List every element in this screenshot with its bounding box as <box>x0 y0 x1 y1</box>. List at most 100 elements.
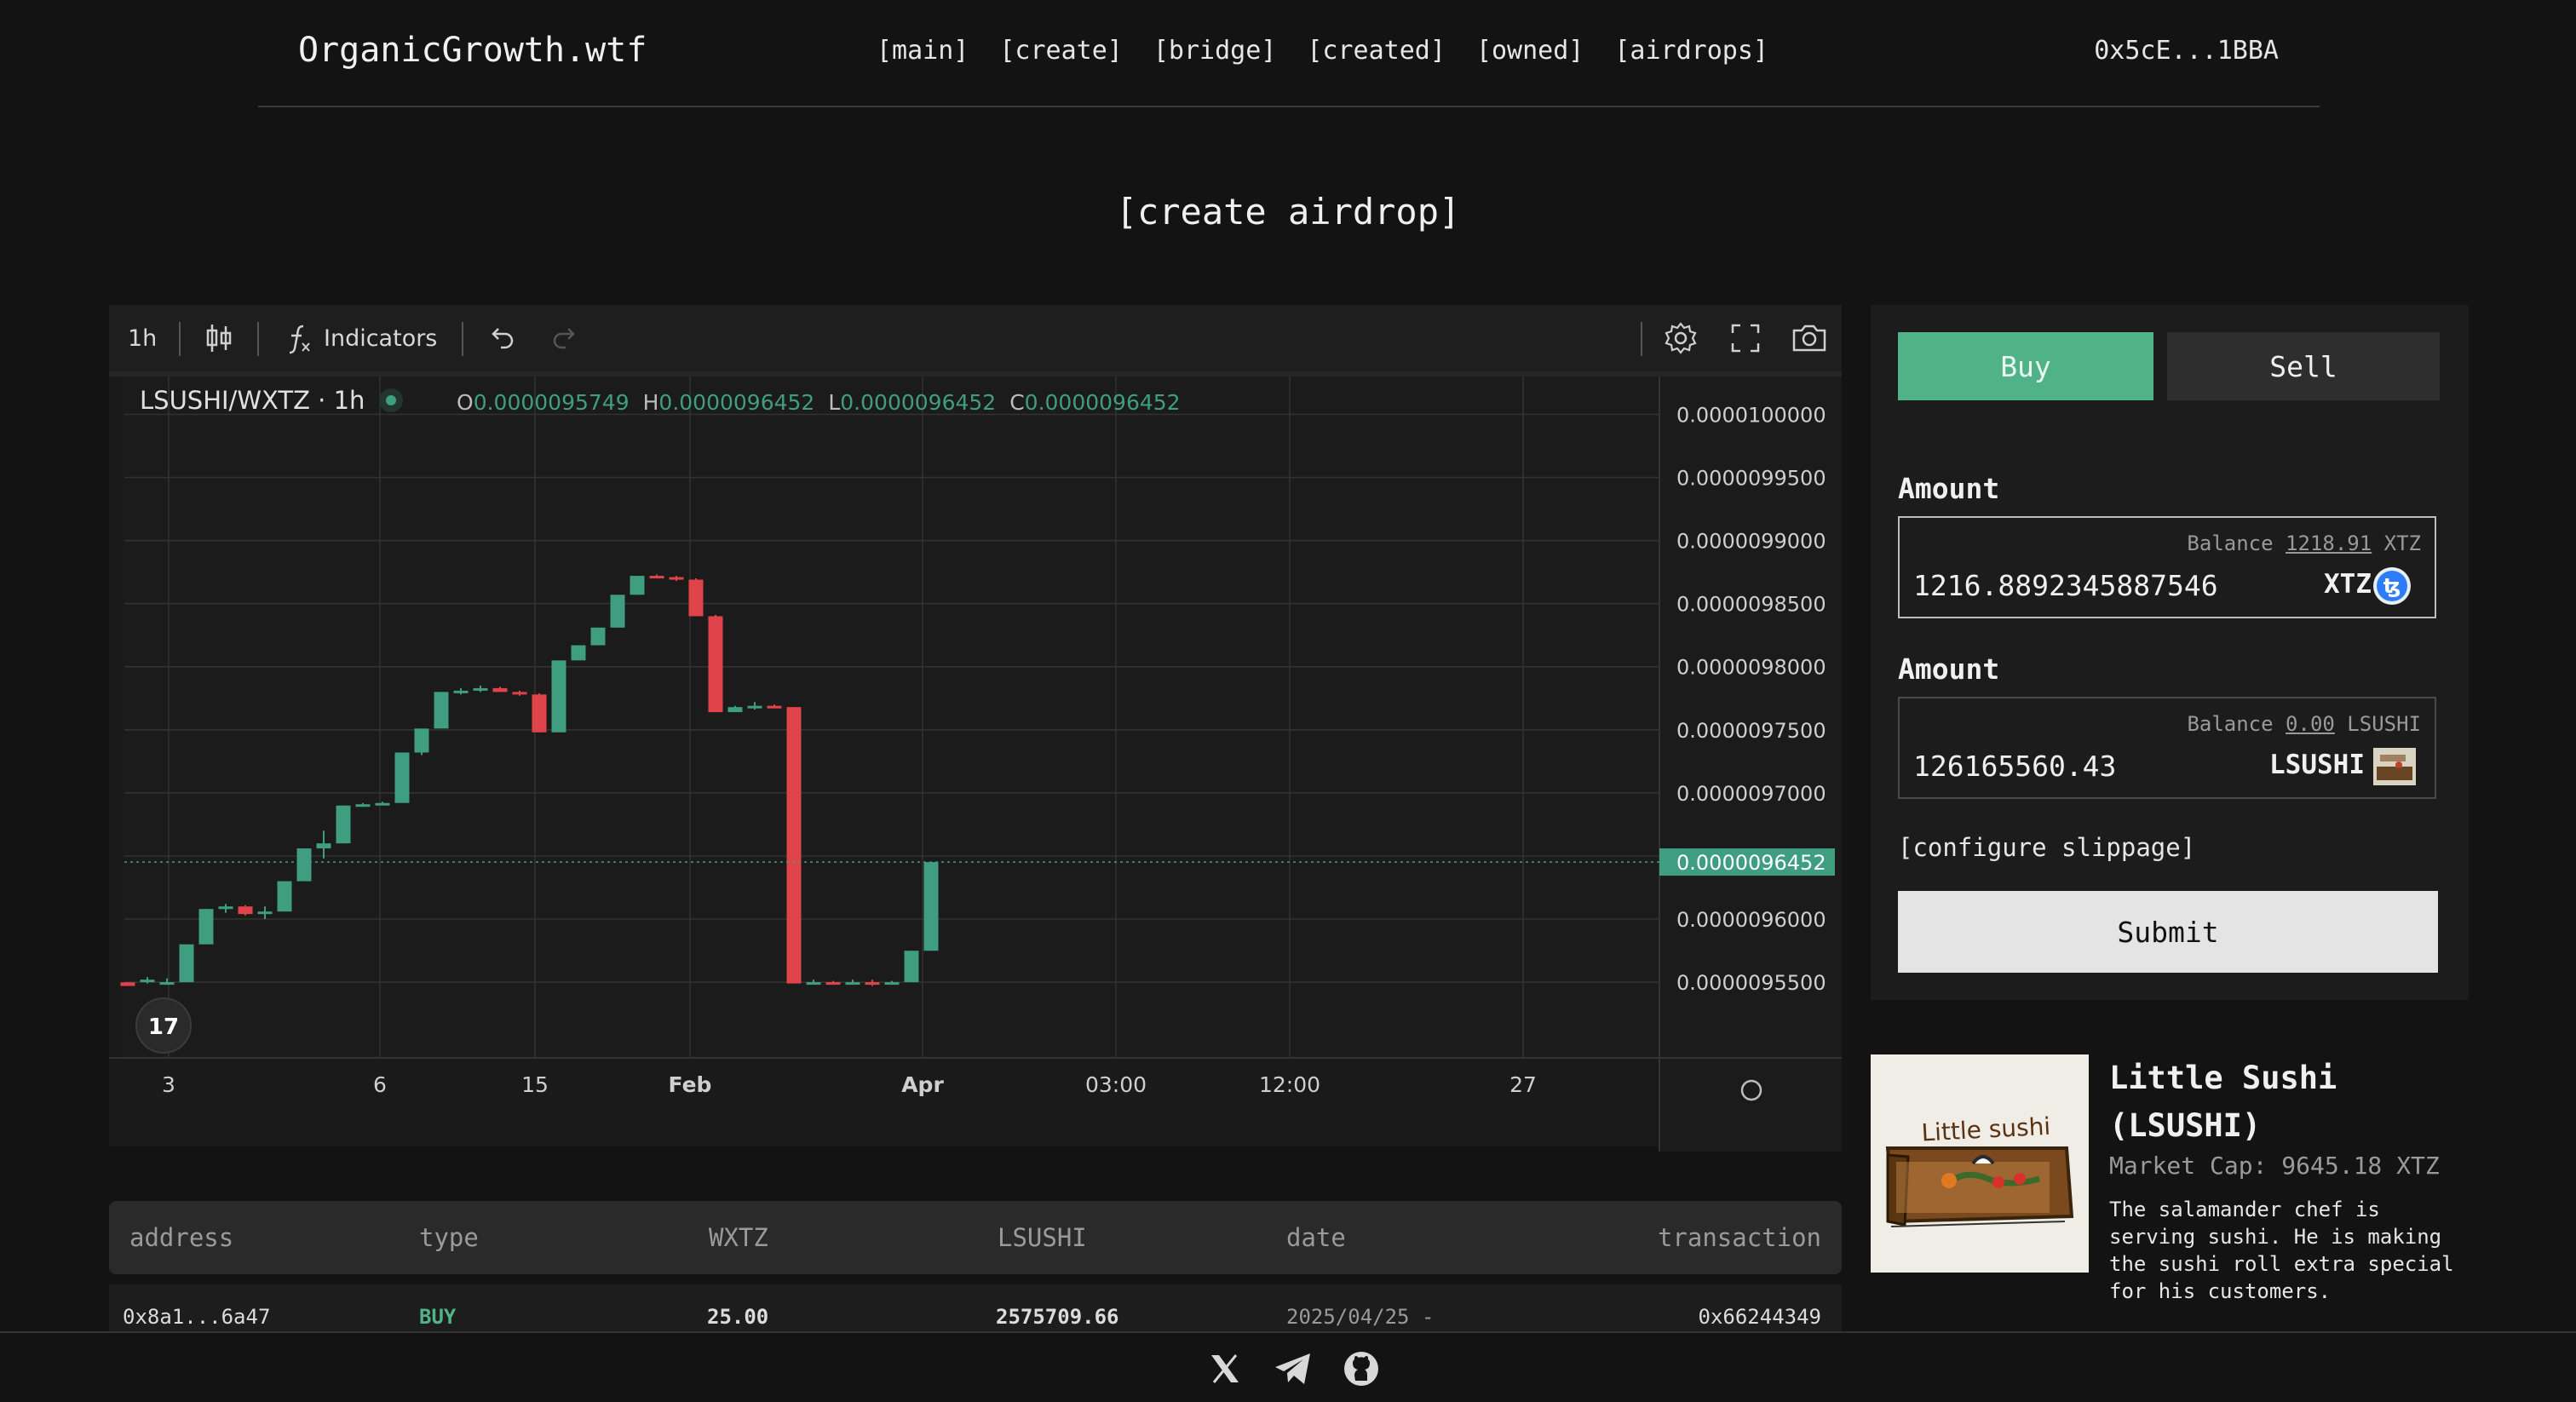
xtz-amount-field[interactable]: Balance 1218.91 XTZ 1216.8892345887546 X… <box>1898 516 2436 618</box>
toolbar-divider <box>1641 322 1642 356</box>
candle-body <box>806 982 821 985</box>
lsushi-amount-value[interactable]: 126165560.43 <box>1913 750 2116 783</box>
candle-body <box>708 616 723 713</box>
wallet-address[interactable]: 0x5cE...1BBA <box>2094 36 2279 66</box>
candle-body <box>786 707 802 984</box>
nav-create[interactable]: [create] <box>999 36 1123 66</box>
high-value: H0.0000096452 <box>642 390 815 415</box>
candle-body <box>767 705 782 709</box>
function-icon <box>289 325 310 354</box>
col-date[interactable]: date <box>1286 1201 1346 1274</box>
candle-body <box>473 687 488 691</box>
buy-tab-button[interactable]: Buy <box>1898 332 2153 400</box>
last-price-label: 0.0000096452 <box>1676 851 1826 875</box>
fullscreen-icon[interactable] <box>1729 305 1762 371</box>
nav-owned[interactable]: [owned] <box>1476 36 1584 66</box>
github-icon[interactable] <box>1343 1350 1380 1388</box>
token-description: The salamander chef is serving sushi. He… <box>2109 1198 2454 1303</box>
candle-body <box>923 862 939 951</box>
xtz-symbol: XTZ <box>2324 569 2372 600</box>
candle-body <box>590 627 606 646</box>
candle-body <box>238 906 253 915</box>
x-tick-label: 15 <box>521 1072 549 1097</box>
candle-body <box>884 982 900 985</box>
telegram-icon[interactable] <box>1273 1350 1314 1388</box>
xtz-balance-value[interactable]: 1218.91 <box>2286 531 2372 555</box>
x-tick-label: Apr <box>901 1072 944 1097</box>
settings-gear-icon[interactable] <box>1663 305 1699 371</box>
salamander-chef-drawing: Little sushi <box>1871 1054 2089 1273</box>
interval-button[interactable]: 1h <box>128 305 157 371</box>
trade-panel: Buy Sell Amount Balance 1218.91 XTZ 1216… <box>1871 305 2469 1000</box>
plot-area <box>124 376 1659 1058</box>
token-name: Little Sushi (LSUSHI) <box>2109 1060 2337 1144</box>
nav-main[interactable]: [main] <box>877 36 969 66</box>
col-transaction[interactable]: transaction <box>1658 1201 1821 1274</box>
footer <box>0 1331 2576 1402</box>
ohlc-values: O0.0000095749 H0.0000096452 L0.000009645… <box>457 390 1181 415</box>
candlestick-chart[interactable]: 0.0000100000 0.0000099500 0.0000099000 0.00… <box>109 376 1842 1152</box>
xtz-balance: Balance 1218.91 XTZ <box>2187 531 2421 555</box>
camera-icon[interactable] <box>1791 305 1828 371</box>
site-logo[interactable]: OrganicGrowth.wtf <box>298 31 647 70</box>
candle-body <box>316 843 331 849</box>
candle-body <box>375 802 390 806</box>
lsushi-balance: Balance 0.00 LSUSHI <box>2187 712 2421 736</box>
low-value: L0.0000096452 <box>828 390 997 415</box>
interval-label: 1h <box>128 325 158 352</box>
configure-slippage-link[interactable]: [configure slippage] <box>1898 833 2195 862</box>
status-dot-icon <box>379 388 404 412</box>
top-nav: OrganicGrowth.wtf [main] [create] [bridg… <box>258 0 2320 107</box>
y-tick-label: 0.0000097000 <box>1676 782 1826 806</box>
lsushi-symbol: LSUSHI <box>2269 750 2365 780</box>
candle-body <box>198 909 214 945</box>
candle-body <box>630 576 645 595</box>
col-wxtz[interactable]: WXTZ <box>709 1201 768 1274</box>
candle-body <box>825 982 841 985</box>
close-value: C0.0000096452 <box>1009 390 1181 415</box>
y-tick-label: 0.0000099500 <box>1676 467 1826 491</box>
candle-body <box>394 752 410 803</box>
candle-body <box>688 579 704 617</box>
redo-icon[interactable] <box>550 305 579 371</box>
submit-button[interactable]: Submit <box>1898 891 2438 973</box>
candle-body <box>159 982 175 985</box>
nav-created[interactable]: [created] <box>1307 36 1446 66</box>
y-tick-label: 0.0000100000 <box>1676 403 1826 427</box>
x-tick-label: Feb <box>669 1072 712 1097</box>
col-lsushi[interactable]: LSUSHI <box>998 1201 1087 1274</box>
nav-links: [main] [create] [bridge] [created] [owne… <box>877 36 1768 66</box>
col-type[interactable]: type <box>419 1201 479 1274</box>
lsushi-amount-field[interactable]: Balance 0.00 LSUSHI 126165560.43 LSUSHI <box>1898 697 2436 799</box>
x-tick-label: 3 <box>162 1072 175 1097</box>
nav-airdrops[interactable]: [airdrops] <box>1614 36 1768 66</box>
candle-type-icon[interactable] <box>204 305 233 371</box>
x-tick-label: 12:00 <box>1259 1072 1320 1097</box>
page-title: [create airdrop] <box>1115 191 1461 233</box>
sell-tab-button[interactable]: Sell <box>2167 332 2440 400</box>
candle-body <box>492 687 508 692</box>
y-tick-label: 0.0000098000 <box>1676 656 1826 680</box>
lsushi-balance-value[interactable]: 0.00 <box>2286 712 2335 736</box>
candle-body <box>179 944 194 983</box>
nav-bridge[interactable]: [bridge] <box>1153 36 1277 66</box>
candle-body <box>727 707 743 713</box>
indicators-label: Indicators <box>324 325 438 352</box>
candle-body <box>747 705 762 709</box>
open-value: O0.0000095749 <box>457 390 630 415</box>
lsushi-token-icon <box>2373 748 2416 785</box>
y-tick-label: 0.0000095500 <box>1676 971 1826 995</box>
x-tick-label: 6 <box>373 1072 387 1097</box>
indicators-button[interactable]: Indicators <box>286 305 437 371</box>
x-icon[interactable] <box>1206 1350 1244 1388</box>
candle-body <box>336 805 351 844</box>
candle-body <box>845 982 860 985</box>
candle-body <box>434 692 449 729</box>
xtz-amount-value[interactable]: 1216.8892345887546 <box>1913 569 2218 602</box>
candle-body <box>865 982 880 985</box>
col-address[interactable]: address <box>129 1201 233 1274</box>
undo-icon[interactable] <box>487 305 516 371</box>
candle-body <box>218 906 233 910</box>
candle-body <box>649 576 664 579</box>
y-tick-label: 0.0000098500 <box>1676 593 1826 617</box>
